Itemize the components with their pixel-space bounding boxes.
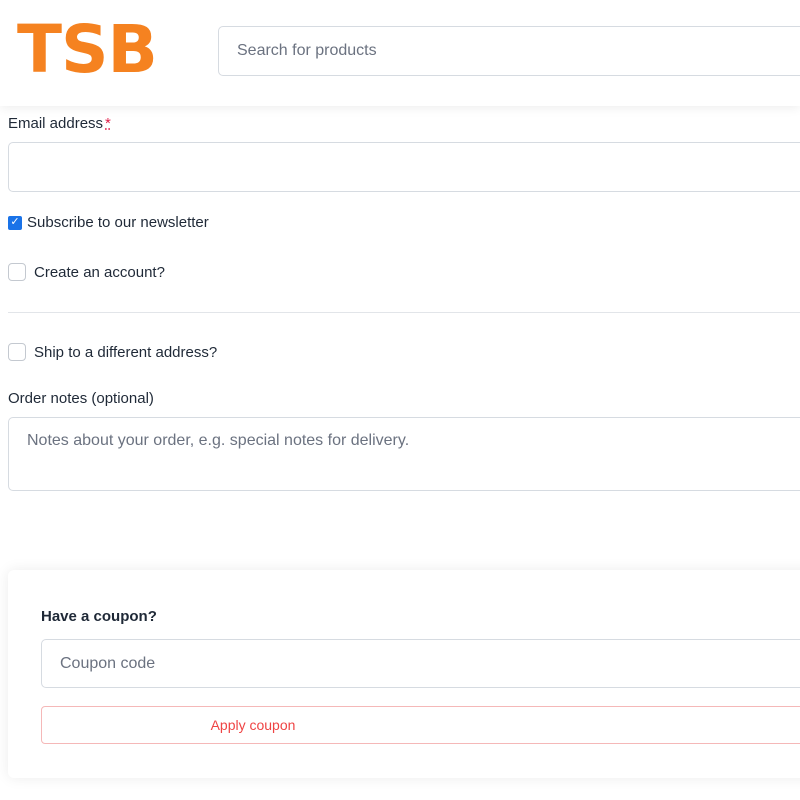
- newsletter-label: Subscribe to our newsletter: [27, 214, 209, 231]
- order-notes-label: Order notes (optional): [8, 390, 154, 407]
- coupon-title: Have a coupon?: [41, 608, 157, 625]
- email-label: Email address *: [8, 115, 111, 132]
- section-divider: [8, 312, 800, 313]
- site-logo[interactable]: TSB: [17, 14, 158, 86]
- create-account-checkbox[interactable]: [8, 263, 26, 281]
- apply-coupon-label: Apply coupon: [210, 717, 296, 733]
- search-input[interactable]: [218, 26, 800, 76]
- site-header: TSB: [0, 0, 800, 106]
- ship-different-checkbox-row[interactable]: Ship to a different address?: [8, 343, 217, 361]
- newsletter-checkbox[interactable]: ✓: [8, 215, 22, 230]
- create-account-checkbox-row[interactable]: Create an account?: [8, 263, 165, 281]
- email-field[interactable]: [8, 142, 800, 192]
- create-account-label: Create an account?: [34, 263, 165, 281]
- coupon-code-input[interactable]: Coupon code: [41, 639, 800, 688]
- apply-coupon-button[interactable]: Apply coupon: [41, 706, 800, 744]
- ship-different-checkbox[interactable]: [8, 343, 26, 361]
- required-mark: *: [105, 115, 111, 132]
- order-notes-textarea[interactable]: Notes about your order, e.g. special not…: [8, 417, 800, 491]
- coupon-card: Have a coupon? Coupon code Apply coupon: [8, 570, 800, 778]
- newsletter-checkbox-row[interactable]: ✓ Subscribe to our newsletter: [8, 214, 209, 231]
- email-label-text: Email address: [8, 115, 104, 132]
- ship-different-label: Ship to a different address?: [34, 343, 218, 361]
